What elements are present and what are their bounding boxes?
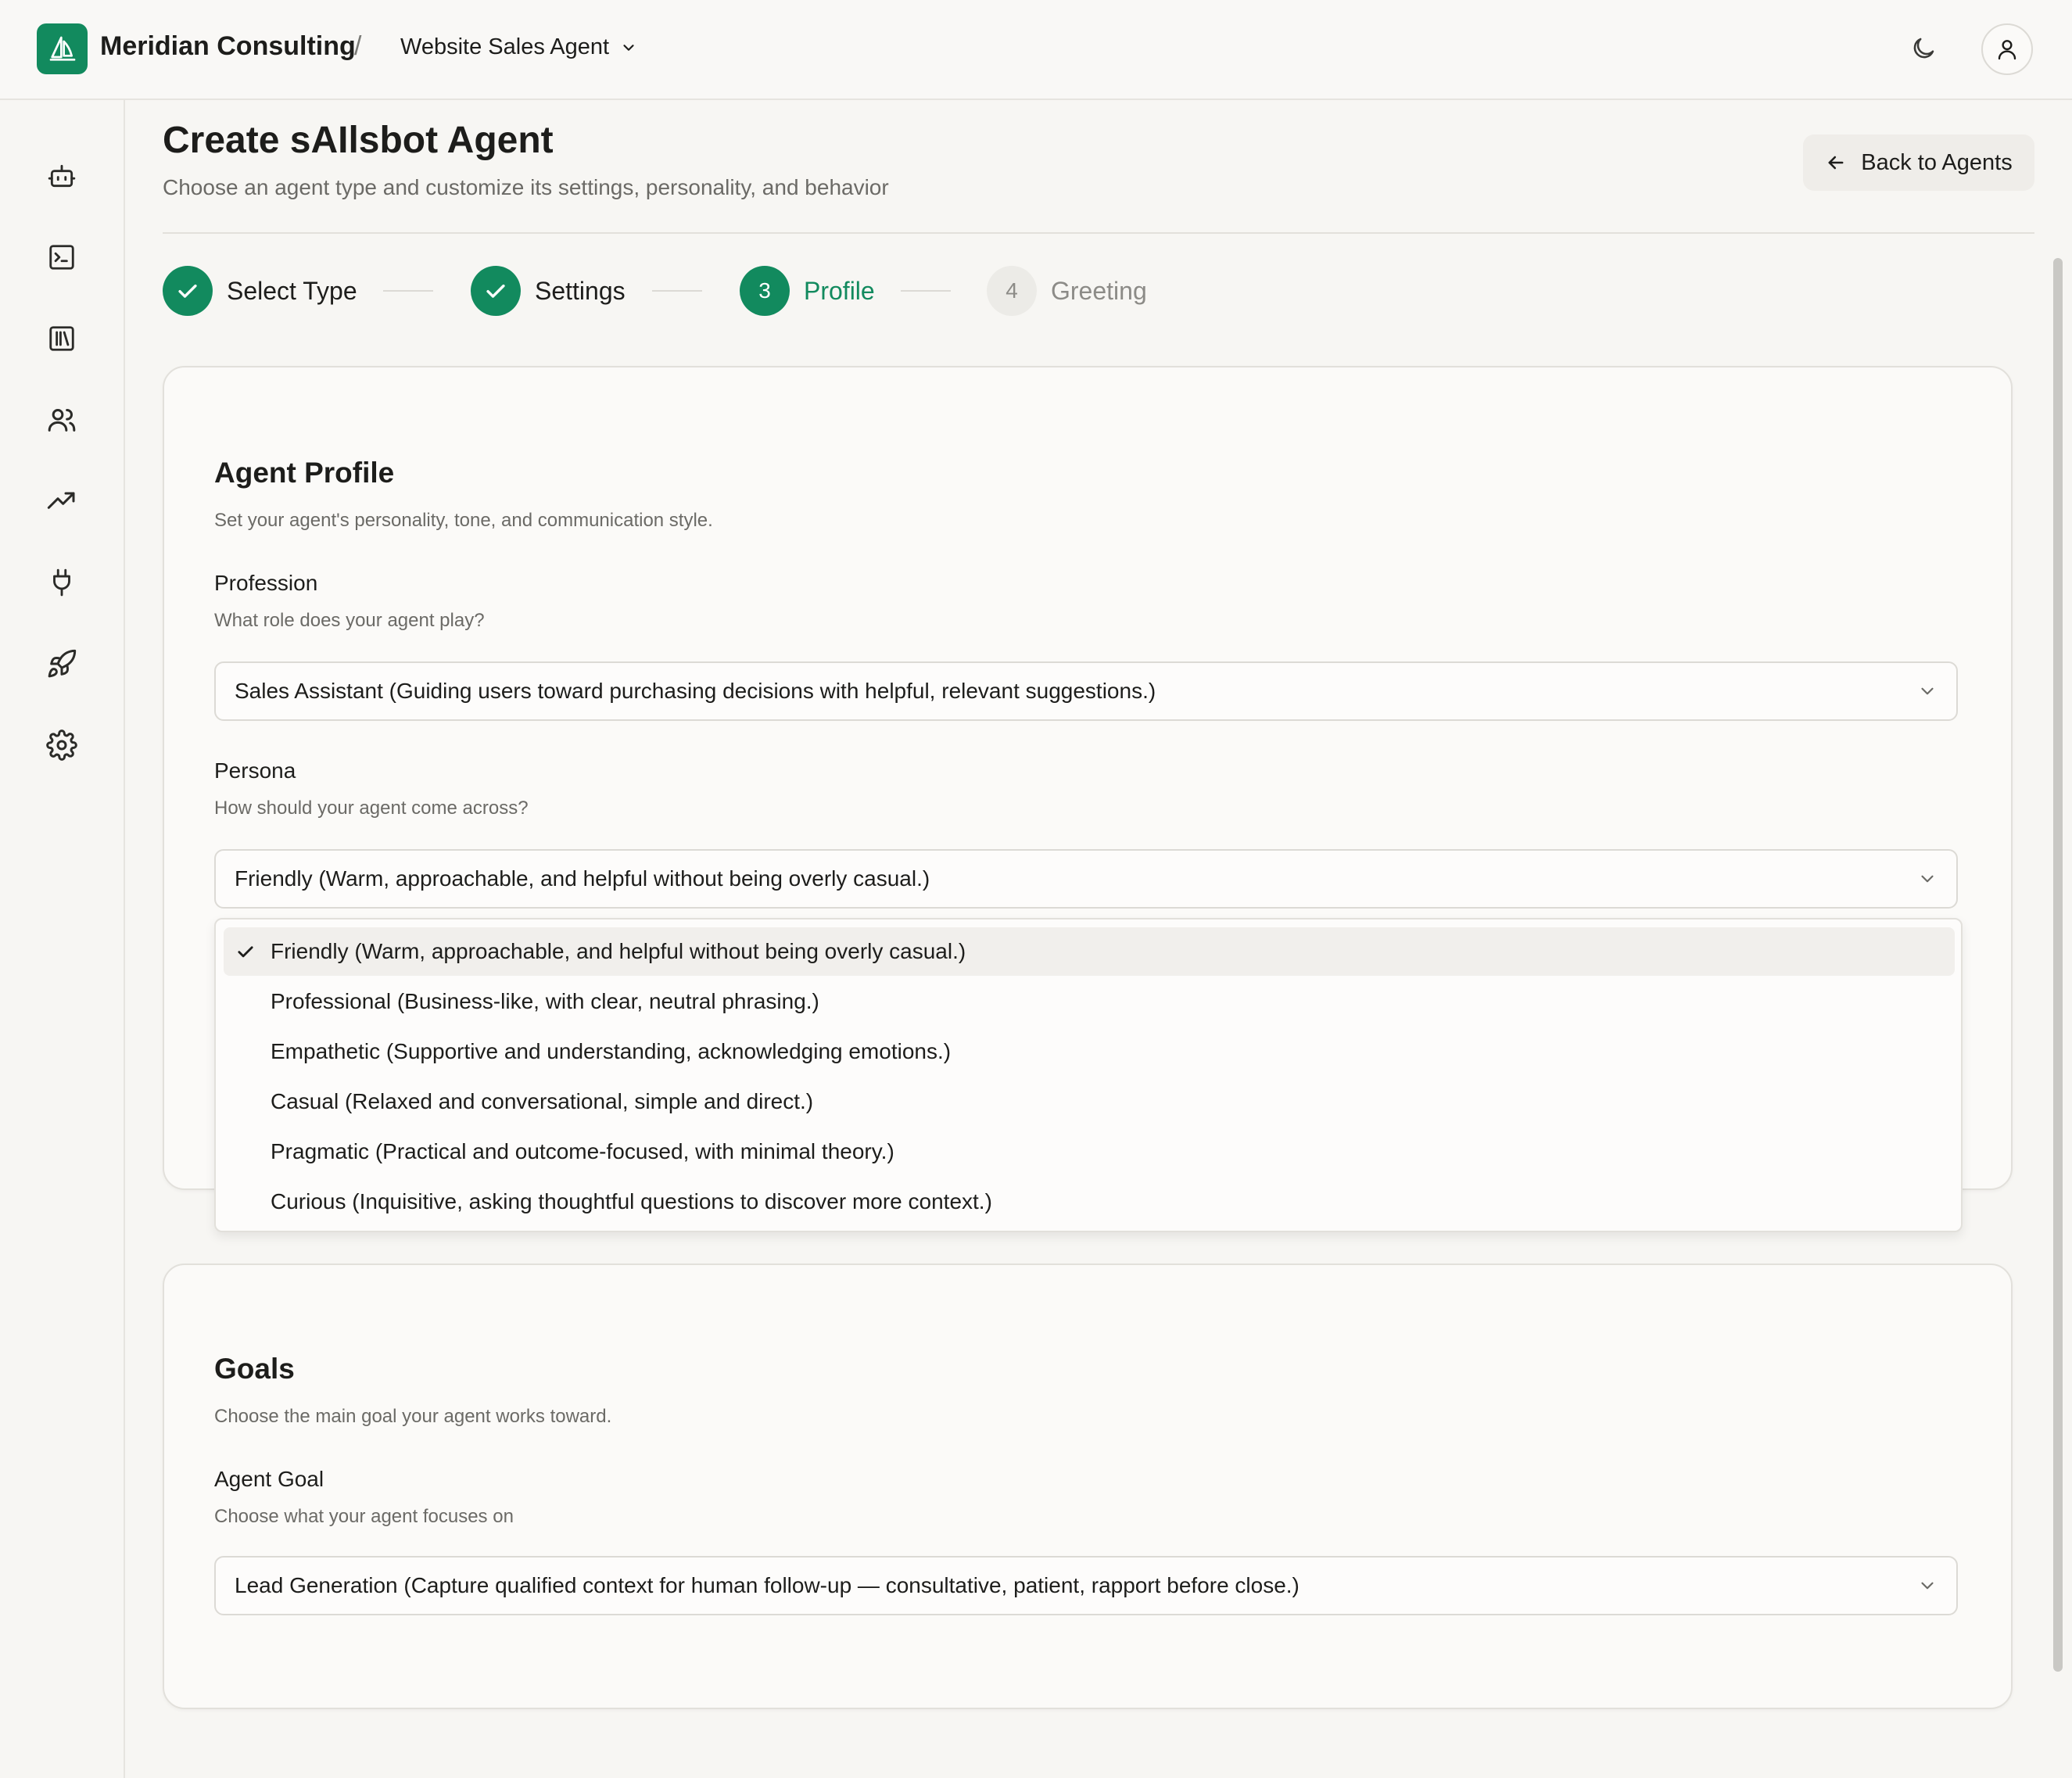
user-icon [1995, 37, 2020, 62]
top-header: Meridian Consulting / Website Sales Agen… [0, 0, 2072, 100]
chevron-down-icon [1917, 681, 1938, 701]
users-icon [46, 404, 77, 436]
rocket-icon [46, 648, 77, 679]
agent-profile-description: Set your agent's personality, tone, and … [214, 510, 713, 531]
moon-icon [1909, 34, 1938, 63]
persona-option-label: Curious (Inquisitive, asking thoughtful … [271, 1189, 992, 1213]
chevron-down-icon [1917, 1575, 1938, 1596]
sidebar-item-library[interactable] [41, 317, 83, 360]
chevron-down-icon [620, 39, 637, 56]
profession-select-value: Sales Assistant (Guiding users toward pu… [235, 679, 1156, 703]
sailboat-icon [47, 34, 78, 65]
step-label: Settings [535, 276, 626, 305]
sidebar-item-users[interactable] [41, 399, 83, 441]
sidebar-item-agents[interactable] [41, 155, 83, 197]
step-profile[interactable]: 3 Profile [740, 266, 875, 316]
page-title: Create sAIlsbot Agent [163, 120, 554, 161]
step-number-badge: 3 [740, 266, 790, 316]
persona-option-pragmatic[interactable]: Pragmatic (Practical and outcome-focused… [224, 1127, 1955, 1176]
step-label: Profile [804, 276, 875, 305]
breadcrumb-separator: / [354, 31, 362, 61]
persona-select-value: Friendly (Warm, approachable, and helpfu… [235, 866, 930, 891]
header-divider [163, 232, 2034, 234]
step-label: Greeting [1051, 276, 1147, 305]
sidebar-item-settings[interactable] [41, 724, 83, 766]
terminal-icon [47, 242, 77, 272]
persona-option-label: Friendly (Warm, approachable, and helpfu… [271, 939, 966, 963]
step-connector [652, 290, 702, 292]
agent-goal-select[interactable]: Lead Generation (Capture qualified conte… [214, 1556, 1958, 1615]
persona-option-friendly[interactable]: Friendly (Warm, approachable, and helpfu… [224, 927, 1955, 976]
persona-option-casual[interactable]: Casual (Relaxed and conversational, simp… [224, 1077, 1955, 1126]
back-to-agents-button[interactable]: Back to Agents [1803, 134, 2034, 191]
persona-option-empathetic[interactable]: Empathetic (Supportive and understanding… [224, 1027, 1955, 1076]
step-number-badge: 4 [987, 266, 1037, 316]
scrollbar-thumb[interactable] [2053, 258, 2063, 1672]
step-label: Select Type [227, 276, 357, 305]
persona-dropdown-menu: Friendly (Warm, approachable, and helpfu… [214, 918, 1963, 1232]
persona-help: How should your agent come across? [214, 798, 529, 819]
sidebar-item-console[interactable] [41, 236, 83, 278]
persona-option-label: Professional (Business-like, with clear,… [271, 989, 819, 1013]
agent-switcher[interactable]: Website Sales Agent [400, 34, 637, 60]
profession-select[interactable]: Sales Assistant (Guiding users toward pu… [214, 661, 1958, 721]
persona-select[interactable]: Friendly (Warm, approachable, and helpfu… [214, 849, 1958, 909]
persona-option-curious[interactable]: Curious (Inquisitive, asking thoughtful … [224, 1178, 1955, 1226]
sidebar [0, 100, 125, 1778]
trending-up-icon [46, 486, 77, 517]
step-complete-badge [471, 266, 521, 316]
persona-option-label: Pragmatic (Practical and outcome-focused… [271, 1139, 894, 1163]
persona-label: Persona [214, 758, 296, 783]
settings-icon [46, 729, 77, 761]
persona-option-label: Empathetic (Supportive and understanding… [271, 1039, 952, 1063]
step-select-type[interactable]: Select Type [163, 266, 357, 316]
step-complete-badge [163, 266, 213, 316]
library-icon [47, 324, 77, 353]
back-to-agents-label: Back to Agents [1861, 149, 2013, 175]
org-name[interactable]: Meridian Consulting [100, 31, 356, 62]
arrow-left-icon [1825, 152, 1847, 174]
bot-icon [47, 161, 77, 191]
profession-help: What role does your agent play? [214, 610, 485, 631]
user-avatar-button[interactable] [1981, 23, 2033, 75]
check-icon [482, 278, 509, 304]
chevron-down-icon [1917, 869, 1938, 889]
agent-goal-label: Agent Goal [214, 1467, 324, 1491]
check-icon [174, 278, 201, 304]
app-logo[interactable] [37, 23, 88, 74]
goals-card [163, 1264, 2013, 1709]
sidebar-item-deploy[interactable] [41, 643, 83, 685]
sidebar-item-analytics[interactable] [41, 480, 83, 522]
step-settings[interactable]: Settings [471, 266, 626, 316]
goals-description: Choose the main goal your agent works to… [214, 1406, 612, 1427]
profession-label: Profession [214, 571, 318, 595]
goals-title: Goals [214, 1353, 295, 1385]
theme-toggle-button[interactable] [1909, 34, 1938, 63]
agent-goal-select-value: Lead Generation (Capture qualified conte… [235, 1573, 1299, 1597]
sidebar-item-integrations[interactable] [41, 561, 83, 604]
agent-goal-help: Choose what your agent focuses on [214, 1506, 514, 1527]
page-subtitle: Choose an agent type and customize its s… [163, 175, 889, 199]
agent-switcher-label: Website Sales Agent [400, 34, 610, 59]
persona-option-label: Casual (Relaxed and conversational, simp… [271, 1089, 814, 1113]
step-connector [901, 290, 951, 292]
agent-profile-title: Agent Profile [214, 457, 395, 489]
step-connector [383, 290, 433, 292]
step-greeting[interactable]: 4 Greeting [987, 266, 1147, 316]
check-icon [224, 941, 267, 962]
persona-option-professional[interactable]: Professional (Business-like, with clear,… [224, 977, 1955, 1026]
plug-icon [47, 568, 77, 597]
